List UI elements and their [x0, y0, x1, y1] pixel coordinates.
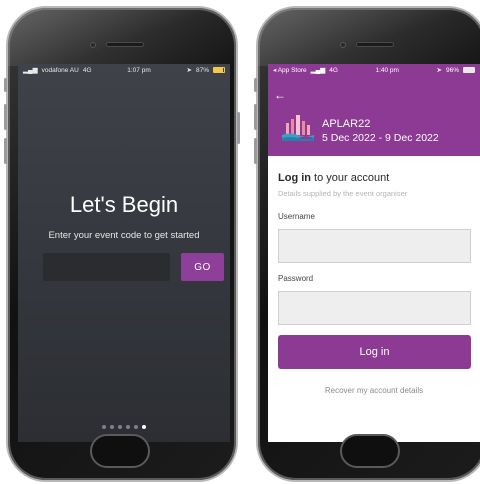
- go-button[interactable]: GO: [181, 253, 224, 281]
- event-code-input[interactable]: [43, 253, 170, 281]
- phone-right: ◂ App Store ▂▄▆ 4G 1:40 pm ➤ 96% ← APLAR…: [256, 6, 480, 482]
- earpiece-speaker: [106, 42, 144, 47]
- pagination-dot-active[interactable]: [142, 425, 146, 429]
- login-heading-rest: to your account: [311, 172, 390, 184]
- status-bar: ▂▄▆ vodafone AU 4G 1:07 pm ➤ 87%: [18, 64, 230, 76]
- volume-down-button: [4, 138, 7, 164]
- signal-icon: ▂▄▆: [310, 67, 326, 74]
- page-title: Let's Begin: [69, 192, 179, 217]
- power-button: [237, 112, 240, 144]
- username-label: Username: [278, 212, 315, 221]
- login-note: Details supplied by the event organiser: [278, 189, 408, 198]
- earpiece-speaker: [356, 42, 394, 47]
- home-button[interactable]: [90, 434, 150, 468]
- carrier-name: vodafone AU: [41, 66, 79, 74]
- phone-gloss: [258, 8, 480, 66]
- login-button[interactable]: Log in: [278, 335, 471, 369]
- signal-icon: ▂▄▆: [23, 67, 38, 74]
- pagination-dot[interactable]: [118, 425, 122, 429]
- pagination-dot[interactable]: [134, 425, 138, 429]
- page-subtitle: Enter your event code to get started: [48, 230, 200, 241]
- battery-percent: 87%: [195, 66, 209, 74]
- pagination-dot[interactable]: [126, 425, 130, 429]
- volume-up-button: [4, 104, 7, 130]
- back-app-name: App Store: [277, 67, 307, 74]
- pagination-dots: [18, 425, 230, 429]
- username-input[interactable]: [278, 229, 471, 263]
- mute-switch: [4, 78, 7, 92]
- back-to-app-link[interactable]: ◂ App Store: [273, 66, 307, 74]
- phone-gloss: [8, 8, 236, 66]
- login-heading-bold: Log in: [278, 172, 311, 184]
- battery-icon: [462, 67, 475, 73]
- phone-left: ▂▄▆ vodafone AU 4G 1:07 pm ➤ 87% Let's B…: [6, 6, 238, 482]
- event-dates: 5 Dec 2022 - 9 Dec 2022: [322, 132, 439, 144]
- front-camera: [90, 42, 96, 48]
- event-name: APLAR22: [322, 118, 371, 130]
- password-input[interactable]: [278, 291, 471, 325]
- login-heading: Log in to your account: [278, 172, 389, 184]
- network-type: 4G: [329, 66, 338, 74]
- status-time: 1:40 pm: [375, 66, 399, 74]
- location-icon: ➤: [186, 67, 192, 74]
- front-camera: [340, 42, 346, 48]
- network-type: 4G: [82, 66, 92, 74]
- status-time: 1:07 pm: [127, 66, 151, 74]
- mute-switch: [254, 78, 257, 92]
- event-code-screen: ▂▄▆ vodafone AU 4G 1:07 pm ➤ 87% Let's B…: [18, 64, 230, 442]
- pagination-dot[interactable]: [102, 425, 106, 429]
- recover-account-link[interactable]: Recover my account details: [268, 386, 480, 395]
- city-skyline-logo-icon: [282, 115, 314, 141]
- home-button[interactable]: [340, 434, 400, 468]
- battery-icon: [212, 67, 225, 73]
- battery-percent: 96%: [445, 66, 459, 74]
- volume-up-button: [254, 104, 257, 130]
- password-label: Password: [278, 274, 314, 283]
- location-icon: ➤: [436, 67, 442, 74]
- pagination-dot[interactable]: [110, 425, 114, 429]
- status-bar: ◂ App Store ▂▄▆ 4G 1:40 pm ➤ 96%: [268, 64, 480, 76]
- back-arrow-icon[interactable]: ←: [274, 89, 286, 101]
- volume-down-button: [254, 138, 257, 164]
- event-header: ◂ App Store ▂▄▆ 4G 1:40 pm ➤ 96% ← APLAR…: [268, 64, 480, 156]
- login-screen: ◂ App Store ▂▄▆ 4G 1:40 pm ➤ 96% ← APLAR…: [268, 64, 480, 442]
